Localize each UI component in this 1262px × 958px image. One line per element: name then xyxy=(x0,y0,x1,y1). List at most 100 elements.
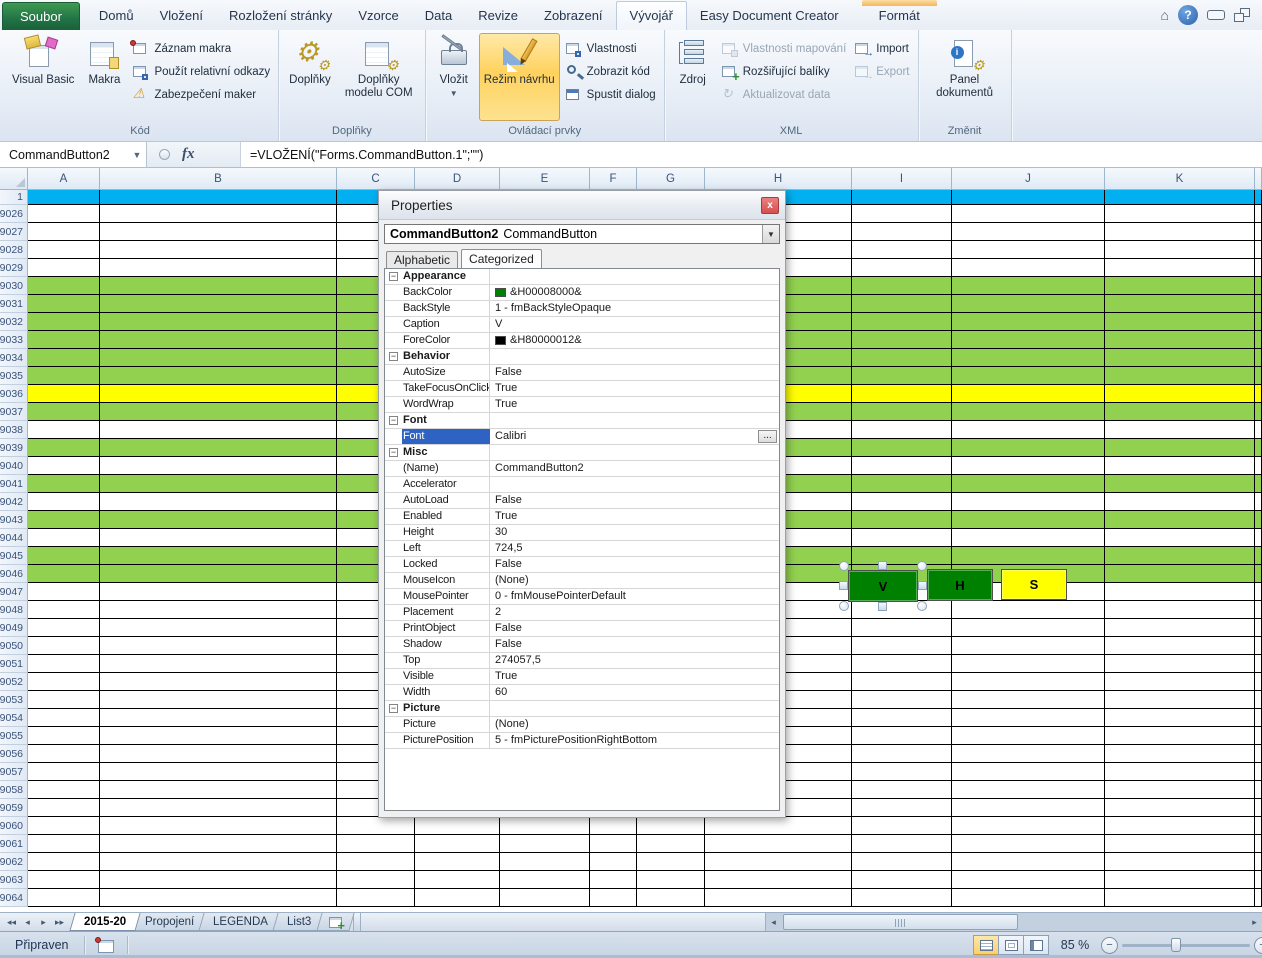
cell[interactable] xyxy=(1255,547,1262,565)
property-row-backcolor[interactable]: BackColor&H00008000& xyxy=(385,285,779,301)
cell[interactable] xyxy=(100,889,337,907)
cell[interactable] xyxy=(415,871,500,889)
first-sheet-icon[interactable]: ◂◂ xyxy=(5,917,18,928)
file-tab[interactable]: Soubor xyxy=(2,2,80,30)
cell[interactable] xyxy=(1105,385,1255,403)
cell[interactable] xyxy=(100,493,337,511)
cell[interactable] xyxy=(1255,655,1262,673)
row-header-1[interactable]: 1 xyxy=(0,190,28,205)
property-category-font[interactable]: −Font xyxy=(385,413,779,429)
collapse-icon[interactable]: − xyxy=(385,701,402,716)
cell[interactable] xyxy=(852,745,952,763)
column-header-e[interactable]: E xyxy=(500,168,590,190)
cell[interactable] xyxy=(952,709,1105,727)
cell[interactable] xyxy=(705,817,852,835)
property-row-caption[interactable]: CaptionV xyxy=(385,317,779,333)
cell[interactable] xyxy=(852,349,952,367)
cell[interactable] xyxy=(852,457,952,475)
cell[interactable] xyxy=(952,727,1105,745)
row-header-9034[interactable]: 9034 xyxy=(0,349,28,367)
cell[interactable] xyxy=(100,817,337,835)
cell[interactable] xyxy=(415,817,500,835)
insert-sheet-tab[interactable]: + xyxy=(316,913,354,931)
cell[interactable] xyxy=(100,511,337,529)
record-macro-icon[interactable] xyxy=(97,938,115,953)
cell[interactable] xyxy=(1255,493,1262,511)
cell[interactable] xyxy=(952,241,1105,259)
row-header-9031[interactable]: 9031 xyxy=(0,295,28,313)
row-header-9064[interactable]: 9064 xyxy=(0,889,28,907)
normal-view-button[interactable] xyxy=(973,935,999,955)
property-row-font[interactable]: FontCalibri... xyxy=(385,429,779,445)
cell[interactable] xyxy=(1105,691,1255,709)
cell[interactable] xyxy=(1105,223,1255,241)
cell[interactable] xyxy=(852,619,952,637)
cell[interactable] xyxy=(1105,889,1255,907)
cell[interactable] xyxy=(1255,889,1262,907)
cell[interactable] xyxy=(500,871,590,889)
cell[interactable] xyxy=(100,799,337,817)
cell[interactable] xyxy=(1105,205,1255,223)
cell[interactable] xyxy=(100,763,337,781)
next-sheet-icon[interactable]: ▸ xyxy=(37,917,50,928)
column-header-a[interactable]: A xyxy=(28,168,100,190)
cell[interactable] xyxy=(415,853,500,871)
button-panel-dokument[interactable]: i⚙Panel dokumentů xyxy=(924,33,1006,121)
cell[interactable] xyxy=(28,889,100,907)
cell[interactable] xyxy=(28,565,100,583)
prev-sheet-icon[interactable]: ◂ xyxy=(21,917,34,928)
cell[interactable] xyxy=(1255,241,1262,259)
row-header-9028[interactable]: 9028 xyxy=(0,241,28,259)
cell[interactable] xyxy=(1105,817,1255,835)
cell[interactable] xyxy=(100,439,337,457)
cell[interactable] xyxy=(852,637,952,655)
help-icon[interactable]: ? xyxy=(1178,5,1198,25)
property-row-pictureposition[interactable]: PicturePosition5 - fmPicturePositionRigh… xyxy=(385,733,779,749)
cell[interactable] xyxy=(852,475,952,493)
cell[interactable] xyxy=(952,763,1105,781)
cell[interactable] xyxy=(852,259,952,277)
ellipsis-button[interactable]: ... xyxy=(758,430,777,443)
cell[interactable] xyxy=(1105,190,1255,205)
button-spustit-dialog[interactable]: Spustit dialog xyxy=(562,86,659,104)
cell[interactable] xyxy=(852,889,952,907)
column-header-f[interactable]: F xyxy=(590,168,637,190)
cell[interactable] xyxy=(705,889,852,907)
row-header-9044[interactable]: 9044 xyxy=(0,529,28,547)
cell[interactable] xyxy=(1255,421,1262,439)
collapse-icon[interactable]: − xyxy=(385,349,402,364)
chevron-down-icon[interactable]: ▼ xyxy=(762,225,779,243)
cell[interactable] xyxy=(1105,673,1255,691)
cell[interactable] xyxy=(952,493,1105,511)
cell[interactable] xyxy=(100,295,337,313)
cell[interactable] xyxy=(952,331,1105,349)
cell[interactable] xyxy=(1255,313,1262,331)
cell[interactable] xyxy=(1105,781,1255,799)
cell[interactable] xyxy=(1255,277,1262,295)
cell[interactable] xyxy=(337,871,415,889)
cell[interactable] xyxy=(1105,871,1255,889)
cell[interactable] xyxy=(1105,727,1255,745)
column-header-b[interactable]: B xyxy=(100,168,337,190)
row-header-9061[interactable]: 9061 xyxy=(0,835,28,853)
row-header-9051[interactable]: 9051 xyxy=(0,655,28,673)
property-category-appearance[interactable]: −Appearance xyxy=(385,269,779,285)
selection-handle-sw[interactable] xyxy=(839,601,849,611)
cell[interactable] xyxy=(28,781,100,799)
ribbon-tab-v-voj[interactable]: Vývojář xyxy=(616,1,687,31)
cell[interactable] xyxy=(637,889,705,907)
cell[interactable] xyxy=(1255,871,1262,889)
cell[interactable] xyxy=(1105,421,1255,439)
button-import[interactable]: →Import xyxy=(851,40,912,58)
ribbon-tab-vzorce[interactable]: Vzorce xyxy=(345,2,411,30)
cell[interactable] xyxy=(852,205,952,223)
ribbon-tab-revize[interactable]: Revize xyxy=(465,2,531,30)
cell[interactable] xyxy=(100,565,337,583)
cell[interactable] xyxy=(1105,457,1255,475)
cell[interactable] xyxy=(952,601,1105,619)
cell[interactable] xyxy=(100,853,337,871)
cell[interactable] xyxy=(100,781,337,799)
cell[interactable] xyxy=(28,835,100,853)
cell[interactable] xyxy=(1105,529,1255,547)
button-pou-t-relativn-odkazy[interactable]: Použít relativní odkazy xyxy=(129,63,273,81)
